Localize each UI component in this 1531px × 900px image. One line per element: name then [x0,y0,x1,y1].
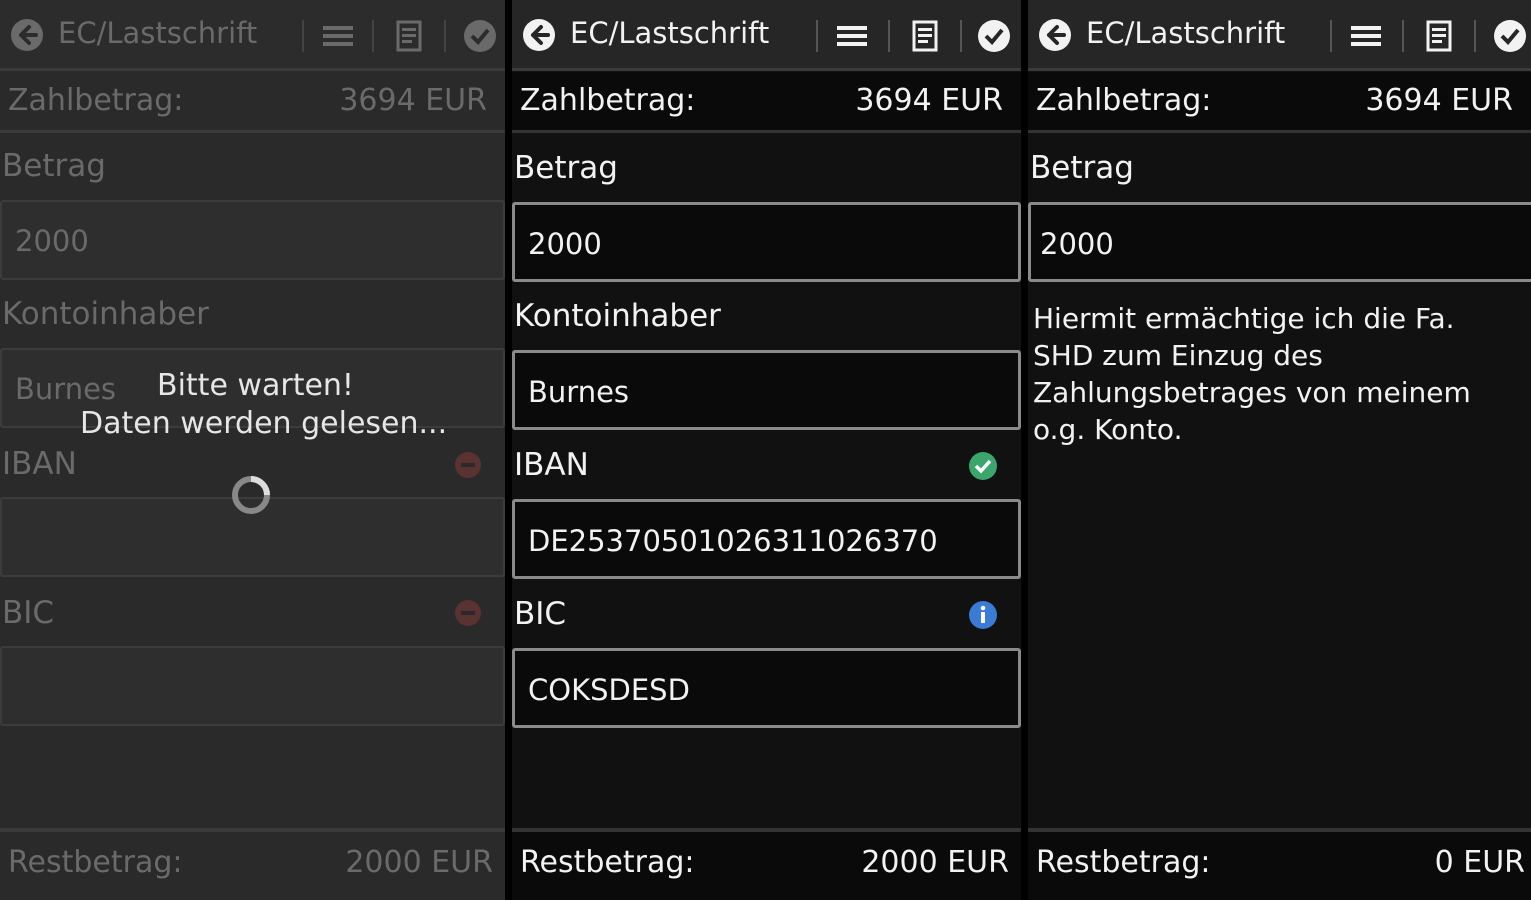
wait-message: Daten werden gelesen... [80,406,448,441]
blue-info-icon[interactable] [968,600,998,630]
iban-field[interactable]: DE25370501026311026370 [512,499,1021,579]
spinner-icon [232,476,270,514]
document-icon[interactable] [392,18,428,54]
betrag-field[interactable]: 2000 [0,200,505,280]
checkmark-circle-icon[interactable] [462,18,498,54]
document-icon[interactable] [1422,18,1458,54]
rest-row: Restbetrag: 2000 EUR [0,828,505,900]
betrag-label: Betrag [1030,150,1134,186]
checkmark-circle-icon[interactable] [976,18,1012,54]
betrag-value: 2000 [528,227,602,261]
rest-value: 0 EUR [1434,845,1525,880]
arrow-back-icon[interactable] [10,18,44,52]
rest-value: 2000 EUR [861,845,1009,880]
app-title: EC/Lastschrift [1086,16,1286,50]
app-title: EC/Lastschrift [570,16,770,50]
iban-label: IBAN [2,446,77,482]
rest-label: Restbetrag: [8,845,183,880]
loading-screen: EC/Lastschrift Zahlbetrag: 3694 EUR Betr… [0,0,505,900]
action-bar: EC/Lastschrift [0,0,505,71]
holder-field[interactable]: Burnes [512,350,1021,430]
rest-row: Restbetrag: 0 EUR [1028,828,1531,900]
bic-value: COKSDESD [528,673,690,707]
menu-lines-icon[interactable] [320,18,356,54]
amount-value: 3694 EUR [1365,83,1513,118]
amount-row: Zahlbetrag: 3694 EUR [1028,72,1531,133]
green-check-icon [969,452,997,480]
betrag-field[interactable]: 2000 [512,202,1021,282]
mandate-screen: EC/Lastschrift Zahlbetrag: 3694 EUR Betr… [1028,0,1531,900]
amount-value: 3694 EUR [339,83,487,118]
arrow-back-icon[interactable] [522,18,556,52]
holder-label: Kontoinhaber [2,296,209,332]
mandate-text: Hiermit ermächtige ich die Fa. SHD zum E… [1033,302,1471,446]
betrag-label: Betrag [514,150,618,186]
rest-value: 2000 EUR [345,845,493,880]
betrag-label: Betrag [2,148,106,184]
app-title: EC/Lastschrift [58,16,258,50]
betrag-value: 2000 [15,224,89,258]
bic-field[interactable]: COKSDESD [512,648,1021,728]
iban-label: IBAN [514,447,589,483]
rest-row: Restbetrag: 2000 EUR [512,828,1021,900]
action-bar: EC/Lastschrift [1028,0,1531,71]
holder-label: Kontoinhaber [514,298,721,334]
rest-label: Restbetrag: [1036,845,1211,880]
payment-form-screen: EC/Lastschrift Zahlbetrag: 3694 EUR Betr… [512,0,1021,900]
amount-row: Zahlbetrag: 3694 EUR [512,72,1021,133]
holder-value: Burnes [528,375,630,409]
document-icon[interactable] [908,18,944,54]
holder-value: Burnes [15,372,117,406]
amount-row: Zahlbetrag: 3694 EUR [0,72,505,133]
betrag-field[interactable]: 2000 [1028,202,1531,282]
amount-label: Zahlbetrag: [8,83,184,118]
bic-label: BIC [2,595,55,631]
bic-field[interactable] [0,646,505,726]
action-bar: EC/Lastschrift [512,0,1021,71]
red-minus-icon [455,452,481,478]
rest-label: Restbetrag: [520,845,695,880]
menu-lines-icon[interactable] [1348,18,1384,54]
menu-lines-icon[interactable] [834,18,870,54]
checkmark-circle-icon[interactable] [1492,18,1528,54]
betrag-value: 2000 [1040,227,1114,261]
amount-label: Zahlbetrag: [1036,83,1212,118]
red-minus-icon [455,600,481,626]
iban-value: DE25370501026311026370 [528,524,938,558]
arrow-back-icon[interactable] [1038,18,1072,52]
bic-label: BIC [514,596,567,632]
wait-title: Bitte warten! [157,368,354,403]
amount-label: Zahlbetrag: [520,83,696,118]
amount-value: 3694 EUR [855,83,1003,118]
